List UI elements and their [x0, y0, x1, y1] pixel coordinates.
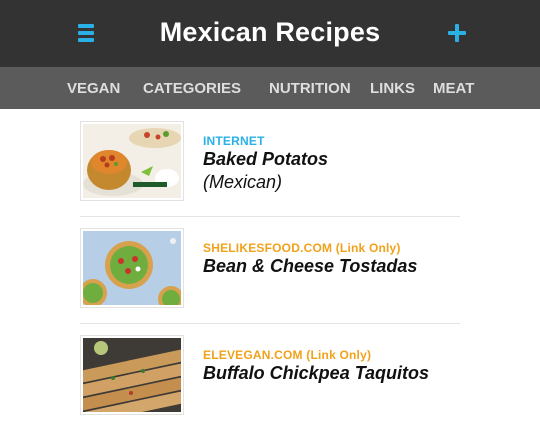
nav-item-links[interactable]: LINKS	[370, 80, 415, 97]
plus-icon[interactable]	[448, 24, 466, 42]
app-header: Mexican Recipes	[0, 0, 540, 67]
recipe-title: Bean & Cheese Tostadas	[203, 256, 418, 276]
recipe-source: ELEVEGAN.COM (Link Only)	[203, 348, 372, 362]
nav-item-meat[interactable]: MEAT	[433, 80, 474, 97]
recipe-list-item[interactable]: ELEVEGAN.COM (Link Only) Buffalo Chickpe…	[80, 323, 460, 430]
nav-item-nutrition[interactable]: NUTRITION	[269, 80, 351, 97]
recipe-list-item[interactable]: SHELIKESFOOD.COM (Link Only) Bean & Chee…	[80, 216, 460, 324]
recipe-source: INTERNET	[203, 134, 265, 148]
recipe-title: Baked Potatos	[203, 149, 329, 169]
recipe-list-item[interactable]: INTERNET Baked Potatos (Mexican)	[80, 109, 460, 217]
nav-item-vegan[interactable]: VEGAN	[67, 80, 120, 97]
nav-item-categories[interactable]: CATEGORIES	[143, 80, 241, 97]
category-nav: VEGAN CATEGORIES NUTRITION LINKS MEAT	[0, 67, 540, 109]
recipe-thumbnail	[80, 335, 184, 415]
recipe-title: Buffalo Chickpea Taquitos	[203, 363, 430, 383]
recipe-thumbnail	[80, 121, 184, 201]
recipe-subtitle: (Mexican)	[203, 172, 283, 192]
recipe-thumbnail	[80, 228, 184, 308]
recipe-source: SHELIKESFOOD.COM (Link Only)	[203, 241, 401, 255]
